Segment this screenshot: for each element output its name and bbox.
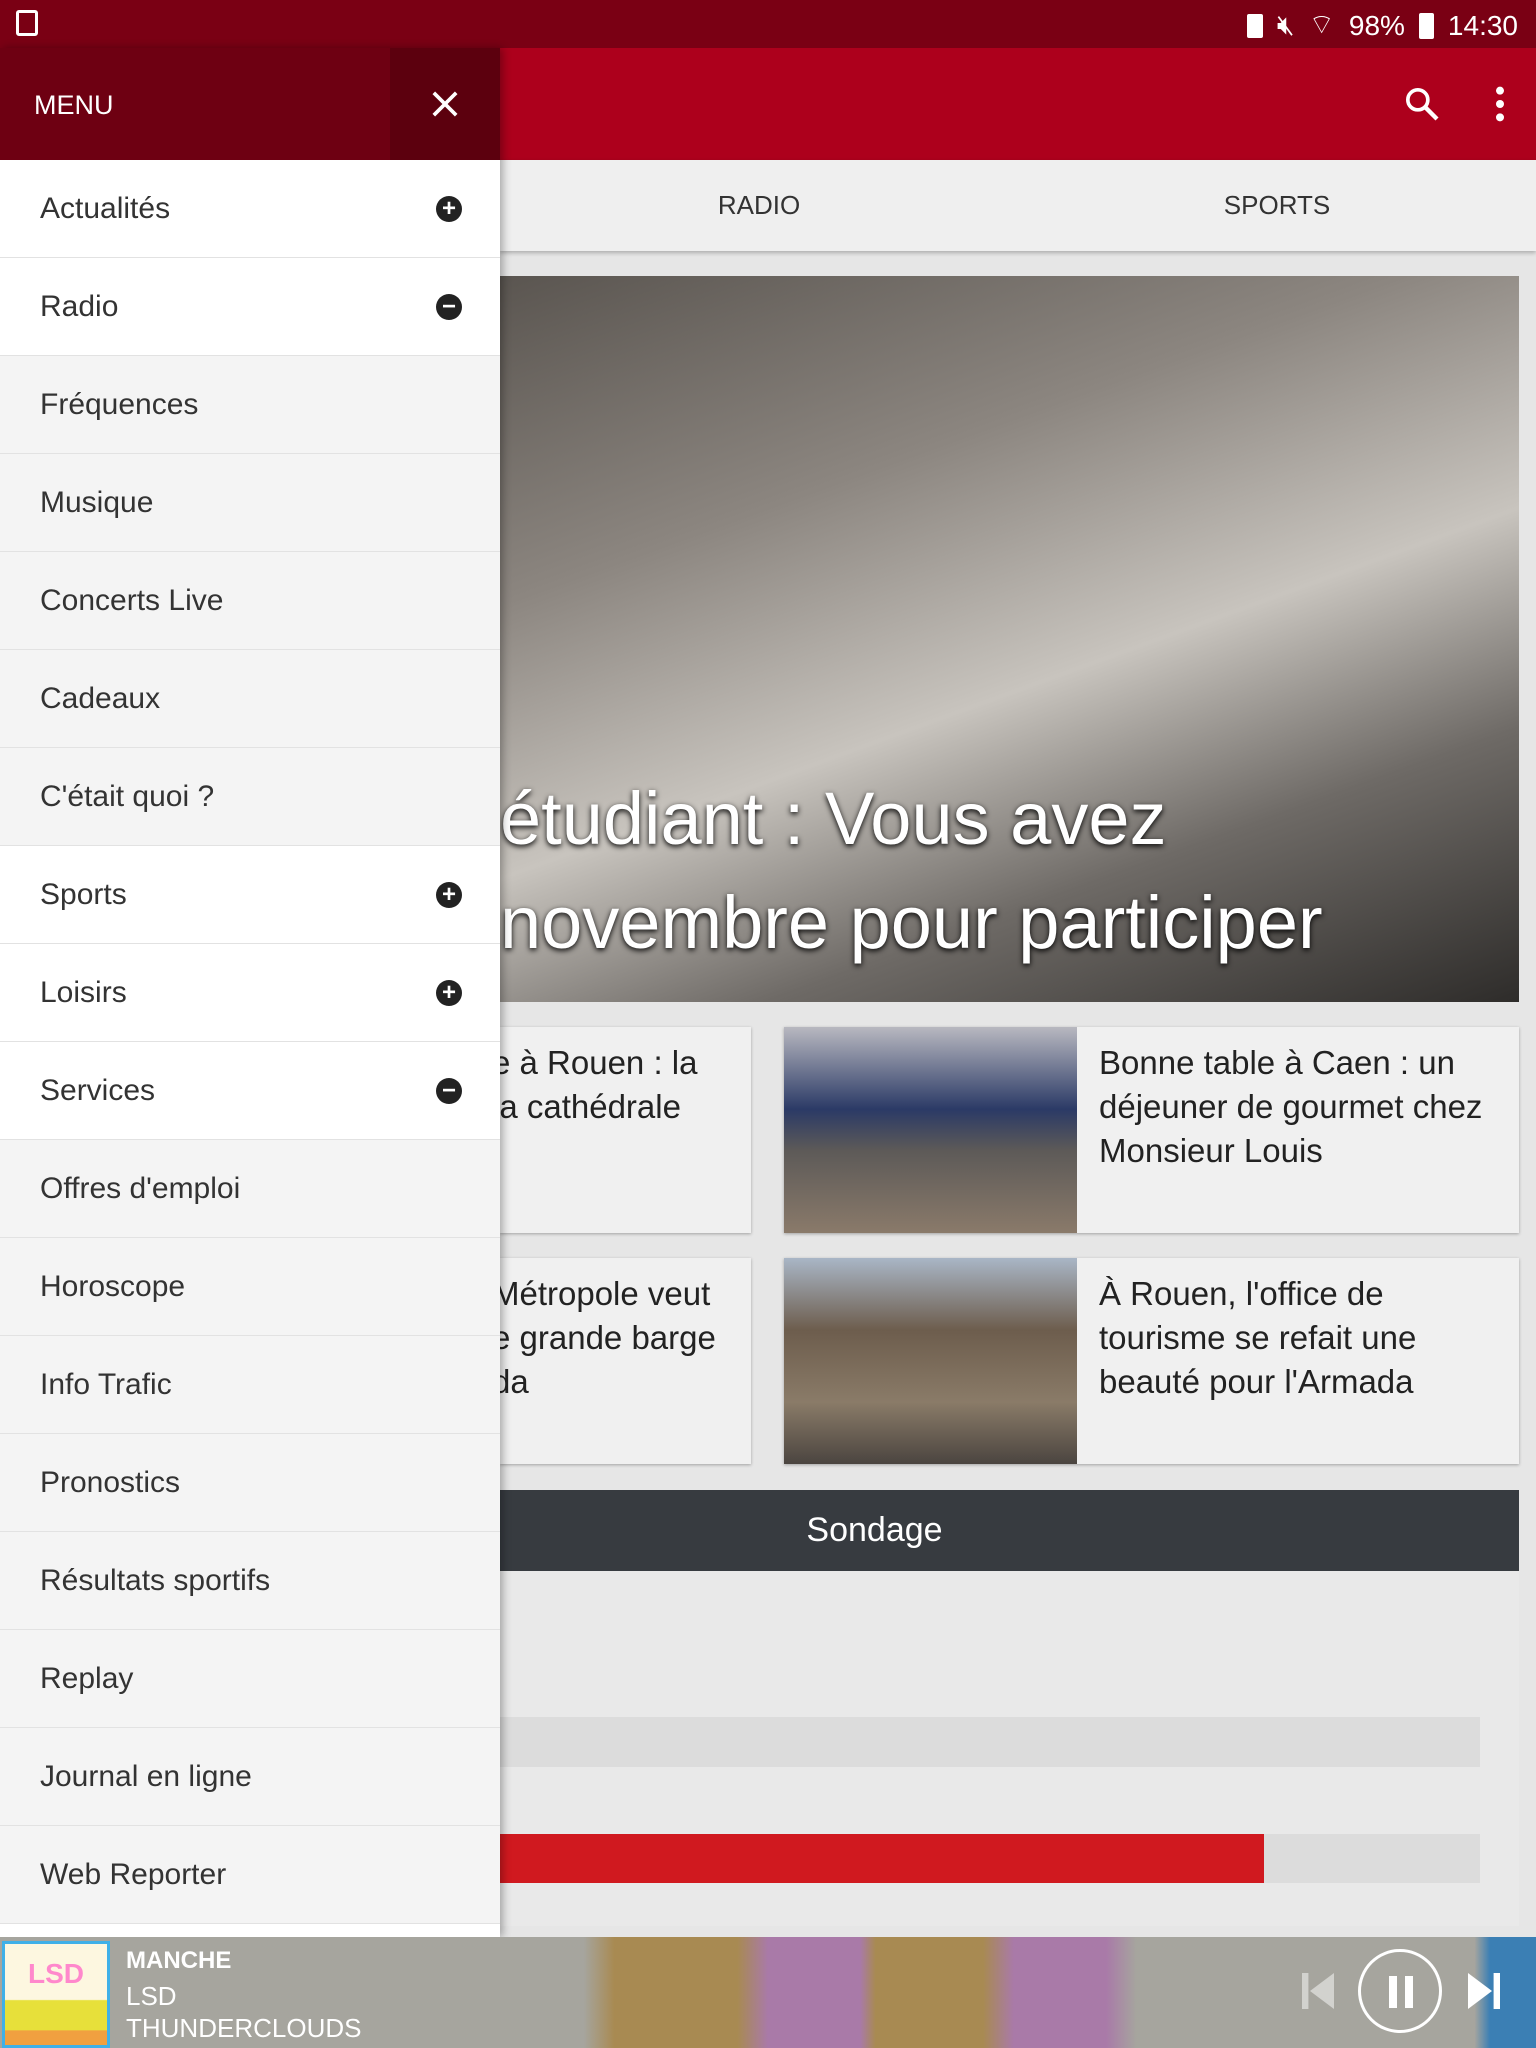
menu-item[interactable]: Offres d'emploi	[0, 1140, 500, 1238]
hero-title-line1: étudiant : Vous avez	[500, 777, 1167, 860]
drawer-title: MENU	[34, 90, 114, 120]
poll-result-bar	[500, 1834, 1480, 1883]
menu-item[interactable]: Services −	[0, 1042, 500, 1140]
screenshot-icon	[16, 10, 38, 36]
expand-plus-icon[interactable]: +	[436, 980, 462, 1006]
album-art: LSD	[2, 1941, 110, 2048]
menu-item-label: Offres d'emploi	[40, 1171, 241, 1205]
close-button[interactable]	[390, 48, 500, 160]
article-card[interactable]: Métropole veut e grande barge da	[500, 1258, 751, 1464]
wifi-icon: ⌔	[1308, 9, 1335, 40]
hero-title-line2: novembre pour participer	[500, 881, 1323, 964]
battery-charging-icon	[1418, 12, 1434, 39]
menu-item[interactable]: Cadeaux	[0, 650, 500, 748]
menu-item[interactable]: Radio −	[0, 258, 500, 356]
station-name: MANCHE	[126, 1947, 232, 1974]
menu-item[interactable]: Horoscope	[0, 1238, 500, 1336]
close-icon	[432, 91, 458, 117]
battery-saver-icon	[1246, 13, 1263, 38]
battery-level: 98%	[1348, 9, 1405, 41]
menu-item[interactable]: Résultats sportifs	[0, 1532, 500, 1630]
navigation-drawer: MENU Actualités + Radio − Fréquences Musique C…	[0, 48, 500, 1937]
poll-result-bar	[500, 1717, 1480, 1767]
menu-item[interactable]: Fréquences	[0, 356, 500, 454]
article-image	[784, 1258, 1077, 1464]
more-vert-icon[interactable]	[1488, 84, 1512, 124]
menu-item[interactable]: C'était quoi ?	[0, 748, 500, 846]
status-bar: 🔇︎ ⌔ 98% 14:30	[0, 0, 1536, 48]
menu-item-label: Résultats sportifs	[40, 1563, 271, 1597]
article-card[interactable]: À Rouen, l'office de tourisme se refait …	[784, 1258, 1519, 1464]
menu-item-label: Services	[40, 1073, 156, 1107]
menu-item-label: Actualités	[40, 191, 171, 225]
collapse-minus-icon[interactable]: −	[436, 294, 462, 320]
menu-item-label: Loisirs	[40, 975, 127, 1009]
menu-list: Actualités + Radio − Fréquences Musique Concer…	[0, 160, 500, 1924]
article-card[interactable]: Bonne table à Caen : un déjeuner de gour…	[784, 1027, 1519, 1233]
menu-item-label: Concerts Live	[40, 583, 224, 617]
menu-item-label: C'était quoi ?	[40, 779, 215, 813]
track-title: THUNDERCLOUDS	[126, 2013, 362, 2043]
mini-player[interactable]: LSD MANCHE LSD THUNDERCLOUDS	[0, 1937, 1536, 2048]
menu-item-label: Info Trafic	[40, 1367, 172, 1401]
expand-plus-icon[interactable]: +	[436, 196, 462, 222]
menu-item[interactable]: Loisirs +	[0, 944, 500, 1042]
menu-item-label: Fréquences	[40, 387, 199, 421]
menu-item-label: Journal en ligne	[40, 1759, 252, 1793]
hero-article[interactable]: étudiant : Vous avez novembre pour parti…	[500, 276, 1519, 1002]
menu-item-label: Web Reporter	[40, 1857, 227, 1891]
menu-item[interactable]: Musique	[0, 454, 500, 552]
menu-item-label: Musique	[40, 485, 154, 519]
pause-icon	[1389, 1976, 1413, 2008]
pause-button[interactable]	[1358, 1949, 1442, 2033]
poll-result-fill	[500, 1834, 1265, 1883]
search-icon[interactable]	[1402, 84, 1442, 124]
menu-item[interactable]: Replay	[0, 1630, 500, 1728]
menu-item[interactable]: Pronostics	[0, 1434, 500, 1532]
menu-item-label: Radio	[40, 289, 119, 323]
menu-item[interactable]: Actualités +	[0, 160, 500, 258]
clock: 14:30	[1447, 9, 1518, 41]
article-card[interactable]: e à Rouen : la la cathédrale	[500, 1027, 751, 1233]
poll-body	[500, 1571, 1519, 1926]
previous-icon[interactable]	[1302, 1973, 1334, 2009]
next-icon[interactable]	[1468, 1973, 1500, 2009]
menu-item-label: Replay	[40, 1661, 134, 1695]
poll-header: Sondage	[500, 1490, 1519, 1571]
drawer-header: MENU	[0, 48, 500, 160]
menu-item-label: Pronostics	[40, 1465, 181, 1499]
tab-radio[interactable]: RADIO	[500, 160, 1018, 251]
menu-item[interactable]: Concerts Live	[0, 552, 500, 650]
expand-plus-icon[interactable]: +	[436, 882, 462, 908]
artist-name: LSD	[126, 1981, 177, 2011]
menu-item-label: Sports	[40, 877, 127, 911]
menu-item[interactable]: Info Trafic	[0, 1336, 500, 1434]
menu-item[interactable]: Sports +	[0, 846, 500, 944]
tab-sports[interactable]: SPORTS	[1018, 160, 1536, 251]
article-image	[784, 1027, 1077, 1233]
collapse-minus-icon[interactable]: −	[436, 1078, 462, 1104]
menu-item-label: Cadeaux	[40, 681, 161, 715]
mute-icon: 🔇︎	[1276, 9, 1295, 40]
menu-item-label: Horoscope	[40, 1269, 186, 1303]
menu-item[interactable]: Journal en ligne	[0, 1728, 500, 1826]
menu-item[interactable]: Web Reporter	[0, 1826, 500, 1924]
tab-bar: RADIO SPORTS	[500, 160, 1536, 251]
